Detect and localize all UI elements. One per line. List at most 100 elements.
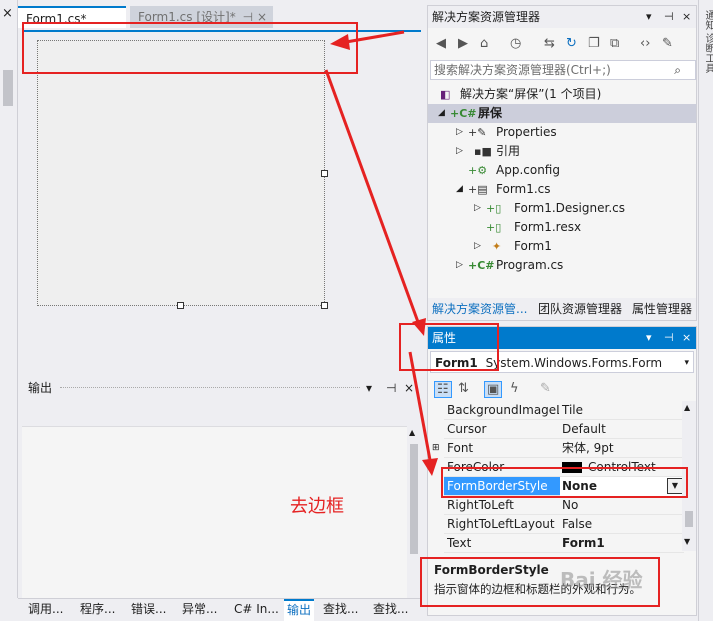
tab-exceptions[interactable]: 异常... — [182, 599, 217, 621]
wrench-icon: +✎ — [468, 126, 487, 139]
tab-errors[interactable]: 错误... — [131, 599, 166, 621]
sync-icon[interactable]: ⇆ — [544, 36, 555, 51]
references-icon: ▪■ — [474, 145, 492, 158]
tab-find-2[interactable]: 查找... — [373, 599, 408, 621]
show-all-files-icon[interactable]: ⧉ — [610, 36, 619, 51]
annotation-box-border-style — [441, 467, 688, 498]
annotation-box-description — [420, 557, 660, 607]
close-icon[interactable]: × — [682, 6, 691, 28]
output-header: 输出 ▾ ⊣ × — [22, 374, 421, 402]
close-icon[interactable]: × — [682, 327, 691, 349]
properties-icon[interactable]: ▣ — [484, 381, 503, 398]
refresh-icon[interactable]: ↻ — [566, 36, 577, 51]
solution-icon: ◧ — [440, 88, 451, 101]
scroll-up-icon[interactable]: ▲ — [409, 428, 415, 437]
output-text-area[interactable] — [22, 426, 407, 598]
prop-row[interactable]: ⊞ Font 宋体, 9pt — [432, 439, 684, 458]
left-scrollbar-thumb[interactable] — [3, 70, 13, 106]
solution-explorer-title-bar: 解决方案资源管理器 ▾ ⊣ × — [428, 6, 696, 28]
tab-solution-explorer[interactable]: 解决方案资源管... — [432, 298, 527, 320]
scroll-down-icon[interactable]: ▼ — [684, 537, 690, 546]
collapsed-arrow-icon[interactable]: ▷ — [474, 199, 481, 218]
pin-icon[interactable]: ⊣ — [664, 327, 674, 349]
wrench-icon[interactable]: ✎ — [662, 36, 673, 51]
home-icon[interactable]: ⌂ — [480, 36, 488, 51]
csharp-file-icon: +C# — [468, 259, 495, 272]
output-scrollbar-thumb[interactable] — [410, 444, 418, 554]
chevron-down-icon[interactable]: ▾ — [684, 352, 689, 372]
left-gutter: × — [0, 0, 18, 598]
back-icon[interactable]: ◀ — [436, 36, 446, 51]
expanded-arrow-icon[interactable]: ◢ — [438, 104, 445, 123]
alphabetical-icon[interactable]: ⇅ — [458, 381, 469, 396]
tree-item-app-config[interactable]: +⚙ App.config — [428, 161, 696, 180]
bottom-tool-tabs: 调用... 程序... 错误... 异常... C# In... 输出 查找..… — [18, 598, 421, 621]
search-icon[interactable]: ⌕ — [674, 61, 681, 79]
resize-handle-corner[interactable] — [321, 302, 328, 309]
expanded-arrow-icon[interactable]: ◢ — [456, 180, 463, 199]
pin-icon[interactable]: ⊣ — [664, 6, 674, 28]
dropdown-icon[interactable]: ▾ — [646, 6, 652, 28]
right-side-strip[interactable]: 通知 诊断工具 — [698, 0, 713, 621]
tree-item-form1-cs[interactable]: ◢ +▤ Form1.cs — [428, 180, 696, 199]
annotation-box-properties — [399, 323, 499, 371]
annotation-remove-border: 去边框 — [290, 496, 344, 517]
tab-find-1[interactable]: 查找... — [323, 599, 358, 621]
forward-icon[interactable]: ▶ — [458, 36, 468, 51]
object-type: System.Windows.Forms.Form — [485, 356, 663, 370]
close-icon[interactable]: × — [404, 374, 414, 402]
history-icon[interactable]: ◷ — [510, 36, 521, 51]
solution-explorer: 解决方案资源管理器 ▾ ⊣ × ◀ ▶ ⌂ ◷ ⇆ ↻ ❐ ⧉ ‹› ✎ 搜索解… — [427, 5, 697, 321]
tree-item-project[interactable]: ◢ +C# 屏保 — [428, 104, 696, 123]
properties-toolbar: ☷ ⇅ ▣ ϟ ✎ — [428, 375, 696, 401]
output-scrollbar[interactable]: ▲ — [407, 426, 421, 598]
view-code-icon[interactable]: ‹› — [640, 36, 650, 51]
tree-item-program-cs[interactable]: ▷ +C# Program.cs — [428, 256, 696, 275]
scroll-up-icon[interactable]: ▲ — [684, 403, 690, 412]
tab-program[interactable]: 程序... — [80, 599, 115, 621]
solution-explorer-tabs: 解决方案资源管... 团队资源管理器 属性管理器 — [428, 298, 696, 320]
tab-property-manager[interactable]: 属性管理器 — [632, 298, 692, 320]
collapsed-arrow-icon[interactable]: ▷ — [456, 256, 463, 275]
collapsed-arrow-icon[interactable]: ▷ — [456, 123, 463, 142]
form-icon: +▤ — [468, 183, 488, 196]
cs-file-icon: +▯ — [486, 202, 502, 215]
prop-row[interactable]: RightToLeft No — [444, 496, 684, 515]
property-pages-icon[interactable]: ✎ — [540, 381, 551, 396]
prop-row[interactable]: BackgroundImageL Tile — [444, 401, 684, 420]
events-icon[interactable]: ϟ — [510, 381, 519, 396]
solution-explorer-title: 解决方案资源管理器 — [432, 10, 541, 24]
class-icon: ✦ — [492, 240, 502, 253]
tab-csharp-interactive[interactable]: C# In... — [234, 599, 279, 621]
collapsed-arrow-icon[interactable]: ▷ — [456, 142, 463, 161]
collapse-all-icon[interactable]: ❐ — [588, 36, 600, 51]
tree-item-properties[interactable]: ▷ +✎ Properties — [428, 123, 696, 142]
tab-output[interactable]: 输出 — [284, 599, 315, 621]
prop-row[interactable]: Cursor Default — [444, 420, 684, 439]
dropdown-icon[interactable]: ▾ — [646, 327, 652, 349]
form-design-surface[interactable] — [37, 40, 328, 309]
expand-plus-icon[interactable]: ⊞ — [432, 439, 440, 458]
tree-item-form1-class[interactable]: ▷ ✦ Form1 — [428, 237, 696, 256]
close-icon[interactable]: × — [2, 6, 13, 21]
tab-call-stack[interactable]: 调用... — [28, 599, 63, 621]
prop-row[interactable]: RightToLeftLayout False — [444, 515, 684, 534]
dropdown-icon[interactable]: ▾ — [366, 374, 372, 402]
tab-team-explorer[interactable]: 团队资源管理器 — [538, 298, 622, 320]
categorized-icon[interactable]: ☷ — [434, 381, 452, 398]
properties-scrollbar-thumb[interactable] — [685, 511, 693, 527]
pin-icon[interactable]: ⊣ — [386, 374, 396, 402]
resize-handle-right[interactable] — [321, 170, 328, 177]
tree-item-form1-resx[interactable]: +▯ Form1.resx — [428, 218, 696, 237]
annotation-box-form — [22, 22, 358, 74]
output-panel: 输出 ▾ ⊣ × ▲ — [22, 374, 421, 598]
tree-item-solution[interactable]: ◧ 解决方案“屏保”(1 个项目) — [428, 85, 696, 104]
resize-handle-bottom[interactable] — [177, 302, 184, 309]
tree-item-references[interactable]: ▷ ▪■ 引用 — [428, 142, 696, 161]
prop-row[interactable]: Text Form1 — [444, 534, 684, 553]
tree-item-form1-designer[interactable]: ▷ +▯ Form1.Designer.cs — [428, 199, 696, 218]
title-grip — [60, 387, 360, 388]
resx-file-icon: +▯ — [486, 221, 502, 234]
collapsed-arrow-icon[interactable]: ▷ — [474, 237, 481, 256]
solution-search-input[interactable]: 搜索解决方案资源管理器(Ctrl+;) ⌕ — [430, 60, 696, 80]
